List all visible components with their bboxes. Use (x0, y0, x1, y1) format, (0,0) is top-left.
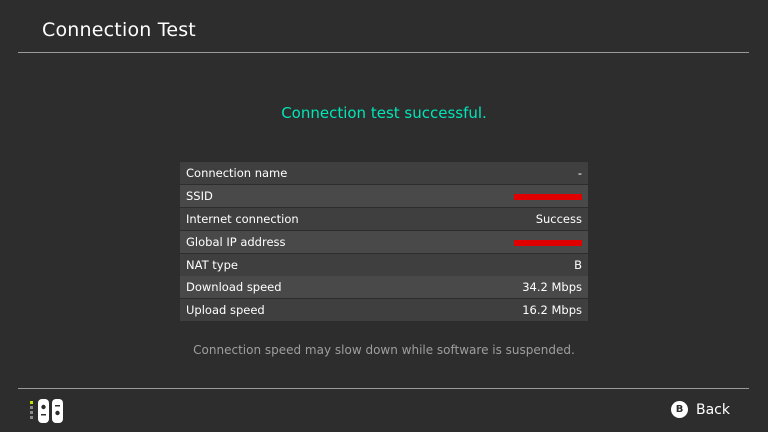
redacted-value (514, 235, 582, 249)
header-divider (18, 52, 749, 53)
row-value: 34.2 Mbps (522, 280, 582, 295)
page-title: Connection Test (42, 19, 196, 41)
footer-divider (18, 388, 749, 389)
row-ssid: SSID (180, 184, 588, 207)
redaction-mark (514, 239, 582, 246)
row-label: Internet connection (186, 211, 299, 226)
connection-test-screen: Connection Test Connection test successf… (0, 0, 768, 432)
redacted-value (514, 189, 582, 203)
row-global-ip: Global IP address (180, 230, 588, 253)
results-table: Connection name - SSID Internet connecti… (180, 162, 588, 322)
back-label: Back (696, 401, 730, 418)
row-label: Upload speed (186, 303, 265, 318)
suspend-note: Connection speed may slow down while sof… (193, 343, 575, 357)
joy-con-controller-icon (30, 399, 63, 423)
row-label: NAT type (186, 257, 238, 272)
row-download-speed: Download speed 34.2 Mbps (180, 276, 588, 299)
row-label: Connection name (186, 166, 288, 180)
row-label: SSID (186, 188, 213, 203)
row-nat-type: NAT type B (180, 253, 588, 276)
row-value: B (574, 257, 582, 272)
redaction-mark (514, 193, 582, 200)
row-label: Global IP address (186, 234, 286, 249)
row-value: - (577, 166, 582, 180)
row-connection-name: Connection name - (180, 162, 588, 184)
status-message: Connection test successful. (281, 104, 487, 122)
row-internet-connection: Internet connection Success (180, 207, 588, 230)
row-value: Success (535, 211, 582, 226)
b-button-icon: B (671, 401, 688, 418)
back-button[interactable]: B Back (671, 401, 730, 418)
row-upload-speed: Upload speed 16.2 Mbps (180, 299, 588, 322)
row-value: 16.2 Mbps (522, 303, 582, 318)
row-label: Download speed (186, 280, 282, 295)
